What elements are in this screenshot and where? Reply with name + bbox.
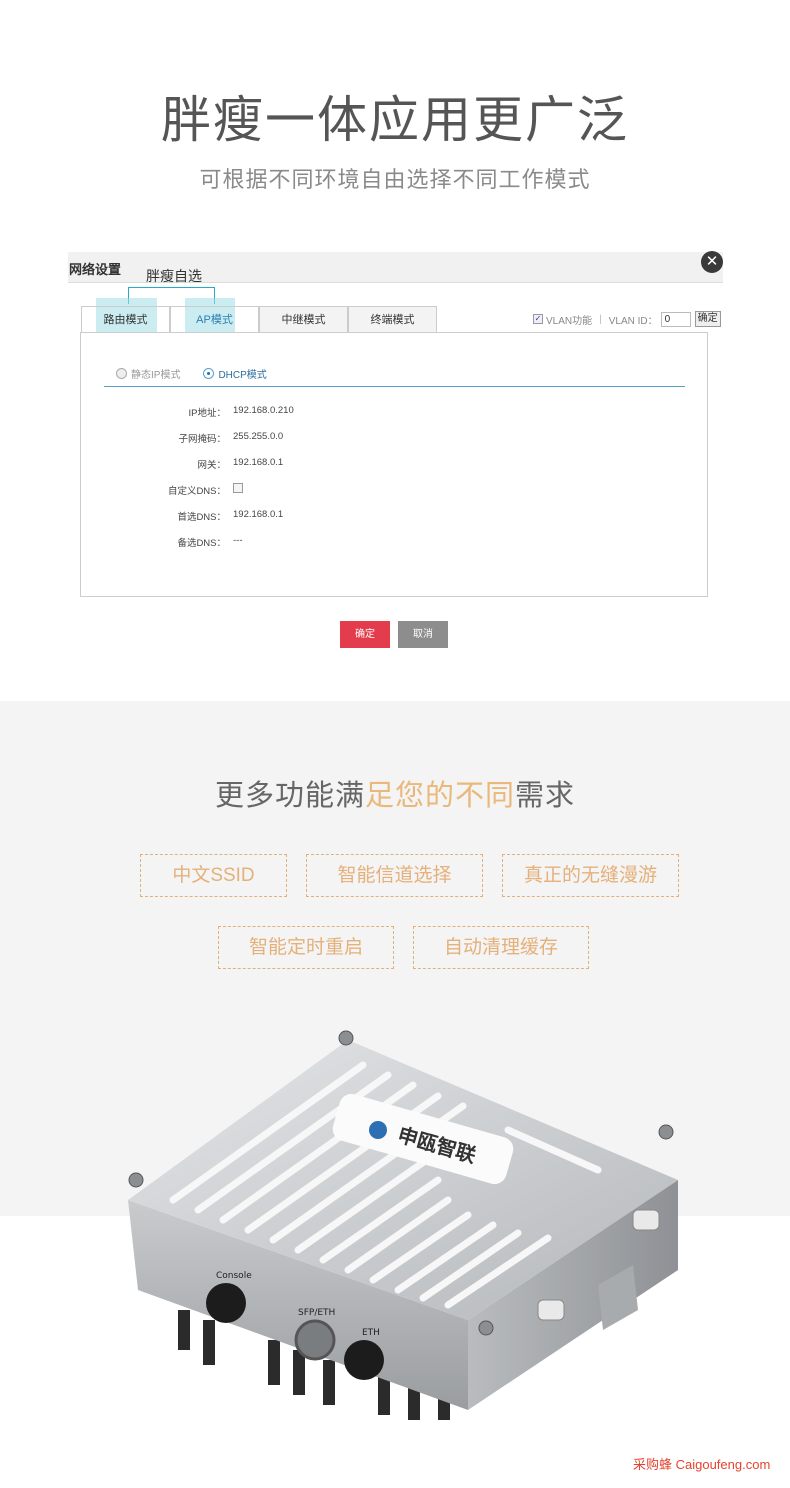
device-image: 申瓯智联 Console SFP/ETH ETH	[128, 1030, 678, 1420]
hero-subtitle: 可根据不同环境自由选择不同工作模式	[199, 167, 591, 192]
tab-router-mode[interactable]: 路由模式	[81, 306, 170, 333]
vlan-id-input[interactable]: 0	[660, 311, 691, 327]
radio-divider	[104, 386, 685, 387]
field-dns1-label: 首选DNS：	[177, 512, 226, 523]
vlan-controls: ✓ VLAN功能 | VLAN ID： 0 确定	[533, 311, 721, 327]
vlan-checkbox-label: VLAN功能	[546, 315, 593, 327]
watermark-text: 采购蜂 Caigoufeng.com	[633, 1457, 771, 1472]
feature-badge: 中文SSID	[140, 854, 287, 897]
tab-client-mode[interactable]: 终端模式	[348, 306, 437, 333]
close-icon[interactable]: ✕	[701, 251, 723, 273]
field-mask-label: 子网掩码：	[178, 434, 226, 445]
cancel-button[interactable]: 取消	[398, 621, 448, 648]
field-custom-dns-label: 自定义DNS：	[167, 486, 226, 497]
field-dns2-label: 备选DNS：	[177, 538, 226, 549]
field-gateway: 网关： 192.168.0.1	[81, 457, 481, 471]
port-label-console: Console	[216, 1271, 252, 1281]
radio-dhcp-label: DHCP模式	[218, 370, 267, 381]
field-gateway-value: 192.168.0.1	[233, 457, 284, 468]
field-ip-label: IP地址：	[188, 408, 226, 419]
feature-badge: 自动清理缓存	[413, 926, 589, 969]
vlan-checkbox[interactable]: ✓	[533, 314, 543, 324]
tab-ap-mode[interactable]: AP模式	[170, 306, 259, 333]
vlan-ok-button[interactable]: 确定	[694, 311, 721, 327]
hero-title: 胖瘦一体应用更广泛	[161, 92, 629, 148]
custom-dns-checkbox[interactable]	[233, 483, 243, 493]
field-gateway-label: 网关：	[197, 460, 226, 471]
field-mask-value: 255.255.0.0	[233, 431, 284, 442]
ip-mode-radios: 静态IP模式 DHCP模式	[116, 366, 290, 381]
vlan-id-label: VLAN ID：	[608, 315, 658, 327]
settings-panel: 静态IP模式 DHCP模式 IP地址： 192.168.0.210 子网掩码： …	[80, 332, 708, 597]
features-title-part1: 更多功能满	[214, 780, 365, 812]
field-dns2: 备选DNS： ---	[81, 535, 481, 549]
radio-dhcp[interactable]: DHCP模式	[203, 366, 267, 381]
radio-dhcp-dot[interactable]	[203, 368, 215, 379]
field-ip-value: 192.168.0.210	[233, 405, 294, 416]
dialog-title: 网络设置	[69, 262, 122, 277]
features-title: 更多功能满足您的不同需求	[0, 772, 790, 814]
port-label-eth: ETH	[362, 1328, 380, 1338]
port-label-sfp: SFP/ETH	[298, 1308, 335, 1318]
field-custom-dns: 自定义DNS：	[81, 483, 481, 497]
callout-label: 胖瘦自选	[146, 268, 202, 284]
mode-tabs: 路由模式 AP模式 中继模式 终端模式	[81, 306, 437, 333]
features-title-part3: 需求	[515, 780, 576, 812]
features-title-part2: 足您的不同	[364, 780, 515, 812]
tab-repeater-mode[interactable]: 中继模式	[259, 306, 348, 333]
radio-static-label: 静态IP模式	[131, 370, 181, 381]
feature-badge: 真正的无缝漫游	[502, 854, 679, 897]
radio-static-dot[interactable]	[116, 368, 127, 379]
field-dns1-value: 192.168.0.1	[233, 509, 284, 520]
vlan-separator: |	[599, 313, 602, 325]
field-ip: IP地址： 192.168.0.210	[81, 405, 481, 419]
field-dns2-value: ---	[233, 535, 243, 546]
field-dns1: 首选DNS： 192.168.0.1	[81, 509, 481, 523]
confirm-button[interactable]: 确定	[340, 621, 390, 648]
feature-badge: 智能信道选择	[306, 854, 483, 897]
radio-static-ip[interactable]: 静态IP模式	[116, 366, 180, 381]
field-mask: 子网掩码： 255.255.0.0	[81, 431, 481, 445]
feature-badge: 智能定时重启	[218, 926, 394, 969]
